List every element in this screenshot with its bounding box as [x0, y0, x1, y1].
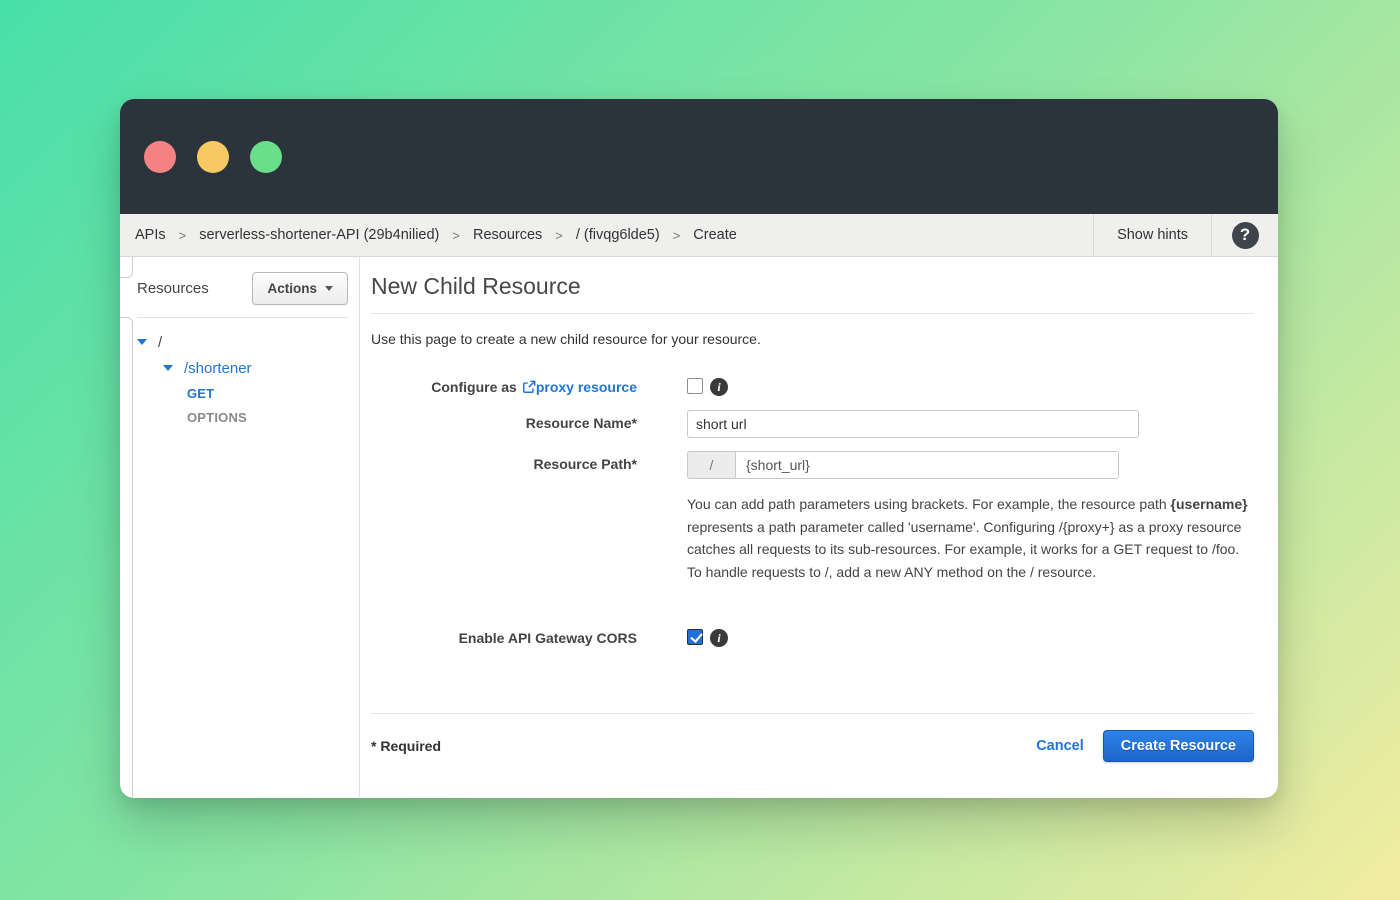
- breadcrumb: APIs > serverless-shortener-API (29b4nil…: [120, 214, 1278, 257]
- info-icon[interactable]: i: [710, 378, 728, 396]
- show-hints-button[interactable]: Show hints: [1094, 214, 1211, 256]
- breadcrumb-item-resources[interactable]: Resources: [473, 227, 542, 243]
- breadcrumb-item-api-name[interactable]: serverless-shortener-API (29b4nilied): [199, 227, 439, 243]
- resource-name-row: Resource Name*: [371, 410, 1254, 438]
- create-resource-button[interactable]: Create Resource: [1103, 730, 1254, 762]
- page-title: New Child Resource: [371, 273, 1254, 300]
- breadcrumb-item-create: Create: [693, 227, 737, 243]
- collapsed-panel-edge: [132, 326, 133, 797]
- info-icon[interactable]: i: [710, 629, 728, 647]
- divider: [371, 313, 1254, 314]
- divider: [137, 317, 348, 318]
- help-button[interactable]: ?: [1212, 214, 1278, 256]
- required-note: * Required: [371, 738, 441, 754]
- path-help-row: You can add path parameters using bracke…: [371, 493, 1254, 583]
- resource-path-row: Resource Path* /: [371, 451, 1254, 479]
- breadcrumb-separator: >: [673, 228, 681, 243]
- sidebar-title: Resources: [137, 280, 209, 297]
- resources-sidebar: Resources Actions / /shortener GET: [120, 257, 360, 797]
- main-panel: New Child Resource Use this page to crea…: [360, 257, 1278, 797]
- proxy-resource-checkbox[interactable]: [687, 378, 703, 394]
- minimize-window-button[interactable]: [197, 141, 229, 173]
- close-window-button[interactable]: [144, 141, 176, 173]
- resource-name-input[interactable]: [687, 410, 1139, 438]
- browser-window: APIs > serverless-shortener-API (29b4nil…: [120, 99, 1278, 798]
- expand-caret-icon[interactable]: [163, 365, 173, 371]
- resource-path-group: /: [687, 451, 1119, 479]
- proxy-resource-link[interactable]: proxy resource: [536, 379, 637, 395]
- collapsed-panel-edge: [120, 257, 133, 278]
- tree-item-shortener[interactable]: /shortener: [120, 355, 359, 381]
- cors-label: Enable API Gateway CORS: [371, 625, 637, 647]
- resource-tree: / /shortener GET OPTIONS: [120, 329, 359, 429]
- configure-as-label: Configure as proxy resource: [371, 374, 637, 396]
- sidebar-header: Resources Actions: [137, 272, 348, 305]
- breadcrumb-separator: >: [179, 228, 187, 243]
- form-footer: * Required Cancel Create Resource: [371, 730, 1254, 762]
- content-area: Resources Actions / /shortener GET: [120, 257, 1278, 797]
- external-link-icon: [522, 380, 536, 394]
- path-prefix: /: [688, 452, 736, 478]
- cors-control: i: [687, 625, 728, 647]
- resource-name-label: Resource Name*: [371, 410, 637, 438]
- configure-as-row: Configure as proxy resource i: [371, 374, 1254, 396]
- help-icon[interactable]: ?: [1232, 222, 1259, 249]
- actions-button[interactable]: Actions: [252, 272, 348, 305]
- spacer: [371, 493, 637, 583]
- breadcrumb-separator: >: [555, 228, 563, 243]
- tree-item-options-method[interactable]: OPTIONS: [120, 405, 359, 429]
- cors-row: Enable API Gateway CORS i: [371, 625, 1254, 647]
- resource-path-input[interactable]: [736, 452, 1118, 478]
- breadcrumb-item-resource-path[interactable]: / (fivqg6lde5): [576, 227, 660, 243]
- method-label: GET: [187, 386, 214, 401]
- window-titlebar: [120, 99, 1278, 214]
- tree-item-label: /: [158, 334, 162, 351]
- path-help-text: You can add path parameters using bracke…: [687, 493, 1254, 583]
- page-intro: Use this page to create a new child reso…: [371, 331, 1254, 347]
- tree-item-get-method[interactable]: GET: [120, 381, 359, 405]
- divider: [371, 713, 1254, 714]
- tree-item-root[interactable]: /: [120, 329, 359, 355]
- help-text-part: You can add path parameters using bracke…: [687, 496, 1171, 512]
- expand-caret-icon[interactable]: [137, 339, 147, 345]
- method-label: OPTIONS: [187, 410, 247, 425]
- breadcrumb-item-apis[interactable]: APIs: [135, 227, 166, 243]
- help-text-part: represents a path parameter called 'user…: [687, 519, 1241, 580]
- caret-down-icon: [325, 286, 333, 291]
- maximize-window-button[interactable]: [250, 141, 282, 173]
- help-text-bold: {username}: [1171, 496, 1248, 512]
- configure-as-control: i: [687, 374, 728, 396]
- tree-item-label: /shortener: [184, 360, 252, 377]
- breadcrumb-separator: >: [452, 228, 460, 243]
- actions-button-label: Actions: [267, 281, 317, 296]
- cancel-button[interactable]: Cancel: [1036, 738, 1084, 754]
- configure-as-text: Configure as: [431, 379, 517, 395]
- resource-path-label: Resource Path*: [371, 451, 637, 479]
- cors-checkbox[interactable]: [687, 629, 703, 645]
